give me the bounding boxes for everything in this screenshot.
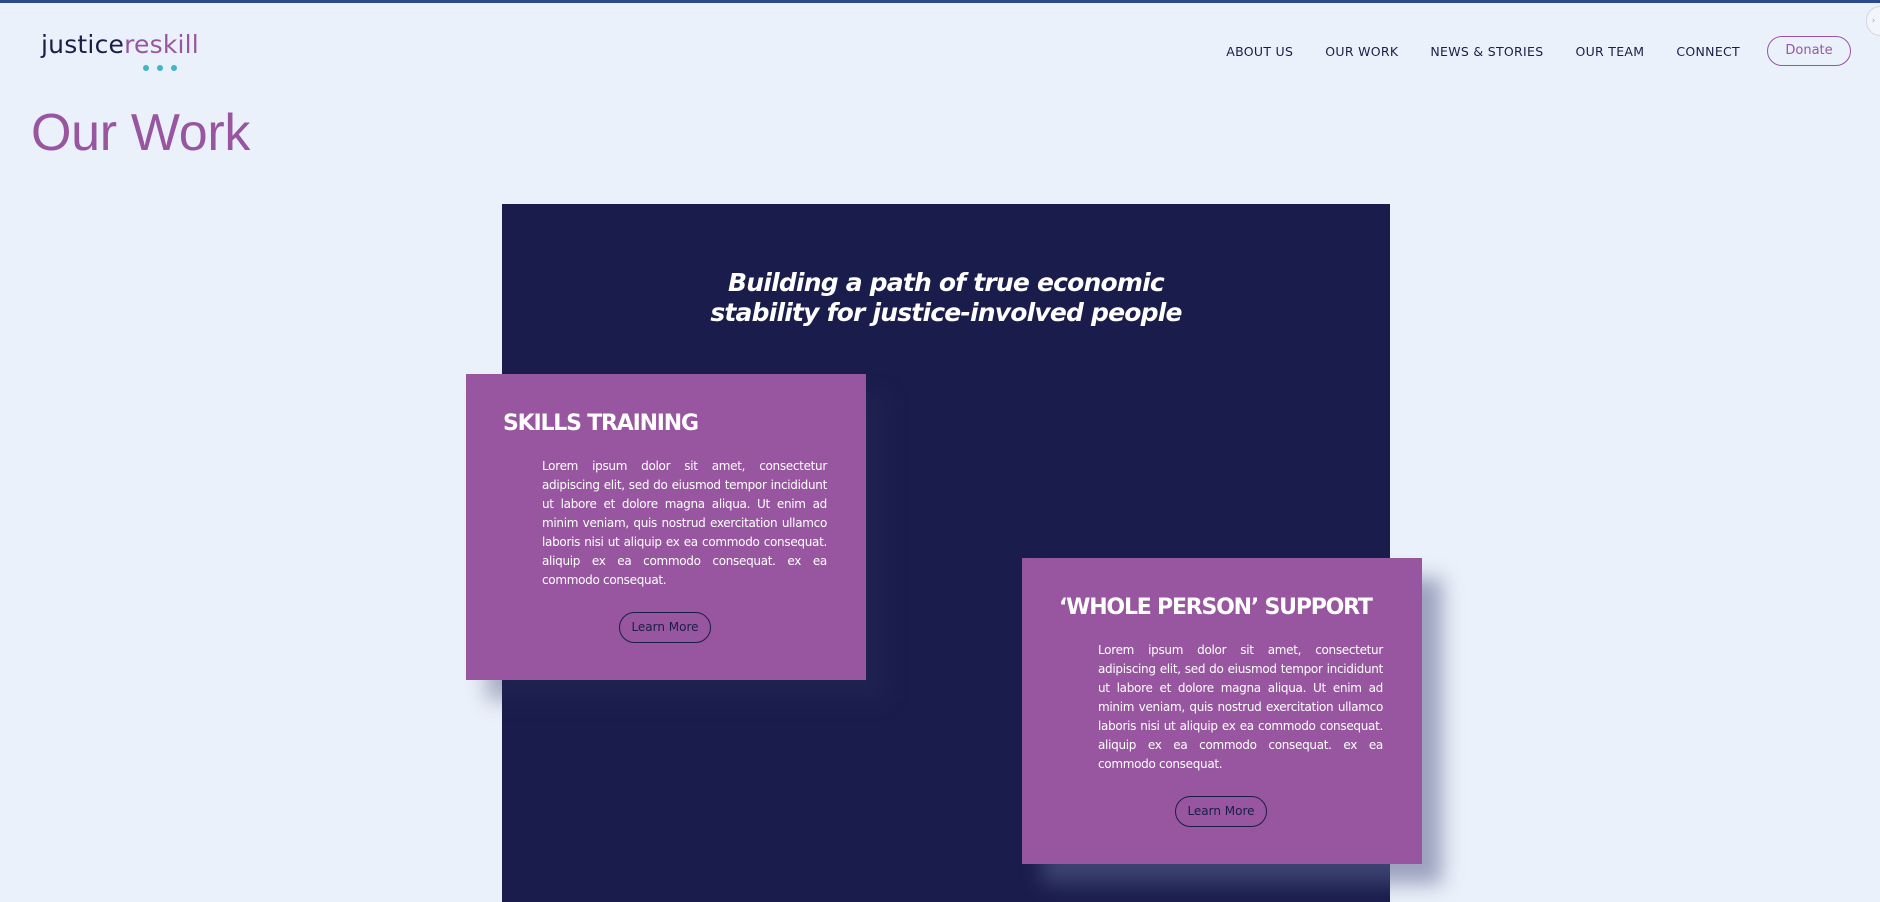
logo-justice-text: justice xyxy=(41,30,125,59)
logo-reskill-text: reskill xyxy=(124,30,199,59)
hero-heading-line1: Building a path of true economic xyxy=(728,268,1165,297)
logo-wordmark: justicereskill xyxy=(41,32,201,57)
nav-connect[interactable]: CONNECT xyxy=(1676,44,1740,59)
learn-more-button[interactable]: Learn More xyxy=(619,612,711,643)
donate-button[interactable]: Donate xyxy=(1767,36,1851,66)
nav-news-stories[interactable]: NEWS & STORIES xyxy=(1430,44,1543,59)
card-body: Lorem ipsum dolor sit amet, consectetur … xyxy=(542,459,827,587)
logo-dots-icon xyxy=(143,65,177,71)
main-nav: ABOUT US OUR WORK NEWS & STORIES OUR TEA… xyxy=(1194,36,1851,66)
whole-person-support-card: ‘WHOLE PERSON’ SUPPORT Lorem ipsum dolor… xyxy=(1022,558,1422,864)
nav-about-us[interactable]: ABOUT US xyxy=(1226,44,1293,59)
hero-heading-line2: stability for justice-involved people xyxy=(710,298,1182,327)
side-panel-toggle-icon[interactable]: › xyxy=(1866,6,1880,36)
nav-our-work[interactable]: OUR WORK xyxy=(1325,44,1398,59)
top-accent-bar xyxy=(0,0,1880,3)
logo[interactable]: justicereskill xyxy=(41,32,201,74)
card-title: ‘WHOLE PERSON’ SUPPORT xyxy=(1059,595,1373,620)
nav-our-team[interactable]: OUR TEAM xyxy=(1575,44,1644,59)
logo-dot xyxy=(143,65,149,71)
logo-dot xyxy=(157,65,163,71)
card-title: SKILLS TRAINING xyxy=(503,411,699,436)
card-body: Lorem ipsum dolor sit amet, consectetur … xyxy=(1098,643,1383,771)
learn-more-button[interactable]: Learn More xyxy=(1175,796,1267,827)
hero-heading: Building a path of true economic stabili… xyxy=(502,268,1390,328)
page-title: Our Work xyxy=(31,104,251,162)
logo-dot xyxy=(171,65,177,71)
skills-training-card: SKILLS TRAINING Lorem ipsum dolor sit am… xyxy=(466,374,866,680)
